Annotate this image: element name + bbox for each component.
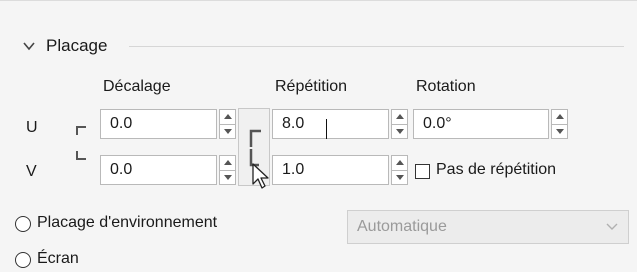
v-offset-input[interactable]: 0.0 [100, 155, 217, 185]
v-offset-up-button[interactable] [219, 155, 236, 171]
no-repeat-checkbox[interactable] [415, 164, 430, 179]
v-repeat-down-button[interactable] [391, 170, 408, 185]
u-repeat-up-button[interactable] [391, 109, 408, 125]
spin-down-icon [395, 128, 404, 134]
no-repeat-label[interactable]: Pas de répétition [436, 161, 556, 179]
column-label-rotation: Rotation [416, 78, 476, 95]
environment-mapping-radio[interactable] [15, 216, 31, 232]
u-offset-input[interactable]: 0.0 [100, 109, 217, 139]
environment-mapping-label[interactable]: Placage d'environnement [37, 214, 217, 232]
mapping-mode-dropdown[interactable]: Automatique [347, 210, 629, 244]
dropdown-selected-value: Automatique [357, 218, 447, 235]
section-title: Placage [46, 36, 108, 55]
spin-up-icon [395, 114, 404, 120]
u-rotation-up-button[interactable] [551, 109, 568, 125]
u-repeat-input[interactable]: 8.0 [272, 109, 389, 139]
spin-up-icon [555, 114, 564, 120]
u-rotation-input[interactable]: 0.0° [413, 109, 549, 139]
v-repeat-input[interactable]: 1.0 [272, 155, 389, 185]
section-header-placage[interactable]: Placage [22, 34, 107, 58]
u-rotation-spinbox[interactable]: 0.0° [413, 109, 568, 139]
spin-up-icon [223, 114, 232, 120]
spin-down-icon [223, 128, 232, 134]
spin-down-icon [395, 174, 404, 180]
panel-top-border [0, 0, 637, 1]
v-offset-down-button[interactable] [219, 170, 236, 185]
screen-label[interactable]: Écran [37, 250, 79, 268]
spin-up-icon [223, 160, 232, 166]
spin-down-icon [223, 174, 232, 180]
text-caret [326, 119, 327, 139]
column-label-repeat: Répétition [275, 78, 348, 95]
spin-down-icon [555, 128, 564, 134]
screen-radio[interactable] [15, 252, 31, 268]
chain-link-icon[interactable] [74, 121, 90, 167]
v-offset-spinbox[interactable]: 0.0 [100, 155, 236, 185]
u-repeat-spinbox[interactable]: 8.0 [272, 109, 408, 139]
section-divider [129, 46, 624, 47]
spin-up-icon [395, 160, 404, 166]
chevron-down-icon [606, 223, 618, 230]
u-offset-spinbox[interactable]: 0.0 [100, 109, 236, 139]
chevron-down-icon [23, 42, 35, 51]
row-label-v: V [26, 163, 37, 180]
row-label-u: U [26, 119, 38, 136]
mouse-cursor-icon [252, 163, 269, 189]
v-repeat-up-button[interactable] [391, 155, 408, 171]
v-repeat-spinbox[interactable]: 1.0 [272, 155, 408, 185]
u-offset-up-button[interactable] [219, 109, 236, 125]
u-rotation-down-button[interactable] [551, 124, 568, 139]
u-repeat-down-button[interactable] [391, 124, 408, 139]
column-label-offset: Décalage [103, 78, 171, 95]
u-offset-down-button[interactable] [219, 124, 236, 139]
